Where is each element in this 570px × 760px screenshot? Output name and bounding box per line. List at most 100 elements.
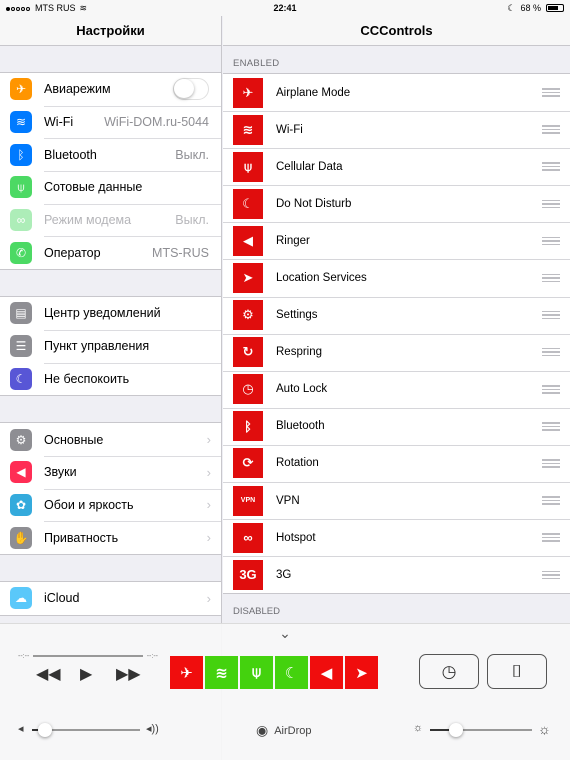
chevron-down-icon[interactable]: ⌄ bbox=[276, 626, 294, 640]
settings-row-label: Не беспокоить bbox=[44, 371, 130, 386]
camera-button[interactable]: ⌷ bbox=[487, 654, 547, 689]
brightness-low-icon: ☼ bbox=[413, 722, 424, 734]
play-icon[interactable]: ▶ bbox=[80, 664, 92, 684]
enabled-control-row[interactable]: 3G 3G bbox=[223, 556, 570, 593]
moon-icon: ☾ bbox=[233, 188, 263, 219]
settings-row[interactable]: ✈ Авиарежим bbox=[0, 73, 221, 106]
settings-group: ✈ Авиарежим ≋ Wi-Fi WiFi-DOM.ru-5044 ᛒ Bluetoo… bbox=[0, 72, 221, 271]
settings-row[interactable]: ☁ iCloud › bbox=[0, 582, 221, 615]
hotspot-icon: ∞ bbox=[10, 209, 32, 232]
control-label: Hotspot bbox=[276, 531, 316, 544]
settings-row[interactable]: ∞ Режим модема Выкл. bbox=[0, 203, 221, 237]
chevron-right-icon: › bbox=[206, 530, 211, 546]
reorder-handle-icon[interactable] bbox=[542, 346, 560, 359]
reorder-handle-icon[interactable] bbox=[542, 457, 560, 470]
reorder-handle-icon[interactable] bbox=[542, 531, 560, 544]
settings-row-label: Звуки bbox=[44, 465, 77, 480]
wifi-icon: ≋ bbox=[10, 111, 32, 134]
location-toggle[interactable]: ➤ bbox=[345, 656, 378, 689]
enabled-control-row[interactable]: ⚙ Settings bbox=[223, 296, 570, 334]
timer-button[interactable]: ◷ bbox=[419, 654, 479, 689]
reorder-handle-icon[interactable] bbox=[542, 123, 560, 136]
settings-row-label: Оператор bbox=[44, 245, 101, 260]
control-label: Rotation bbox=[276, 457, 319, 470]
remaining-time: --:-- bbox=[146, 652, 158, 660]
battery-icon bbox=[546, 4, 564, 12]
enabled-control-row[interactable]: ↻ Respring bbox=[223, 333, 570, 371]
enabled-control-row[interactable]: ⍦ Cellular Data bbox=[223, 148, 570, 185]
moon-icon: ☾ bbox=[507, 2, 516, 13]
cloud-icon: ☁ bbox=[10, 587, 32, 610]
timer-icon: ◷ bbox=[441, 661, 457, 681]
fast-forward-icon[interactable]: ▶▶ bbox=[116, 664, 141, 684]
enabled-control-row[interactable]: ᛒ Bluetooth bbox=[223, 407, 570, 445]
enabled-control-row[interactable]: VPN VPN bbox=[223, 482, 570, 519]
ringer-toggle[interactable]: ◀ bbox=[310, 656, 343, 689]
wifi-toggle[interactable]: ≋ bbox=[205, 656, 238, 689]
airdrop-button[interactable]: ◉ AirDrop bbox=[256, 722, 312, 739]
volume-high-icon: ◂)) bbox=[146, 723, 159, 735]
reorder-handle-icon[interactable] bbox=[542, 86, 560, 99]
link-icon: ∞ bbox=[233, 522, 263, 553]
enabled-control-row[interactable]: ≋ Wi-Fi bbox=[223, 111, 570, 148]
enabled-control-row[interactable]: ➤ Location Services bbox=[223, 259, 570, 296]
enabled-control-row[interactable]: ☾ Do Not Disturb bbox=[223, 185, 570, 222]
settings-row[interactable]: ☾ Не беспокоить bbox=[0, 362, 221, 396]
reorder-handle-icon[interactable] bbox=[542, 198, 560, 211]
settings-row[interactable]: ✆ Оператор MTS-RUS bbox=[0, 236, 221, 269]
settings-row[interactable]: ≋ Wi-Fi WiFi-DOM.ru-5044 bbox=[0, 105, 221, 139]
enabled-control-row[interactable]: ✈ Airplane Mode bbox=[223, 74, 570, 111]
settings-group: ⚙ Основные › ◀ Звуки › ✿ Обои и яркость › ✋ Приват… bbox=[0, 422, 221, 555]
dnd-toggle[interactable]: ☾ bbox=[275, 656, 308, 689]
settings-row-value: Выкл. bbox=[175, 147, 209, 162]
reorder-handle-icon[interactable] bbox=[542, 383, 560, 396]
battery-percent: 68 % bbox=[520, 3, 541, 13]
vpn-icon: VPN bbox=[233, 485, 263, 516]
settings-row[interactable]: ᛒ Bluetooth Выкл. bbox=[0, 138, 221, 171]
volume-slider[interactable] bbox=[32, 723, 140, 737]
rewind-icon[interactable]: ◀◀ bbox=[36, 664, 61, 684]
settings-row-value: MTS-RUS bbox=[152, 245, 209, 260]
airplane-mode-switch[interactable] bbox=[173, 78, 209, 101]
location-arrow-icon: ➤ bbox=[233, 263, 263, 294]
settings-row-label: Авиарежим bbox=[44, 82, 111, 97]
control-label: Respring bbox=[276, 346, 323, 359]
airplane-icon: ✈ bbox=[10, 78, 32, 101]
settings-row-label: Приватность bbox=[44, 530, 119, 545]
settings-row-value: WiFi-DOM.ru-5044 bbox=[104, 115, 209, 130]
enabled-control-row[interactable]: ⟳ Rotation bbox=[223, 444, 570, 482]
settings-row[interactable]: ☰ Пункт управления bbox=[0, 329, 221, 363]
gear-icon: ⚙ bbox=[10, 428, 32, 451]
airplane-toggle[interactable]: ✈ bbox=[170, 656, 203, 689]
settings-row[interactable]: ⚙ Основные › bbox=[0, 423, 221, 456]
settings-row-label: Обои и яркость bbox=[44, 497, 134, 512]
carrier-name: MTS RUS bbox=[35, 3, 76, 13]
cellular-toggle[interactable]: ⍦ bbox=[240, 656, 273, 689]
settings-row[interactable]: ▤ Центр уведомлений bbox=[0, 297, 221, 330]
reorder-handle-icon[interactable] bbox=[542, 272, 560, 285]
reorder-handle-icon[interactable] bbox=[542, 309, 560, 322]
enabled-control-row[interactable]: ◷ Auto Lock bbox=[223, 370, 570, 408]
chevron-right-icon: › bbox=[206, 432, 211, 448]
settings-row[interactable]: ⍦ Сотовые данные bbox=[0, 171, 221, 204]
brightness-slider[interactable] bbox=[430, 723, 532, 737]
reorder-handle-icon[interactable] bbox=[542, 494, 560, 507]
volume-knob[interactable] bbox=[37, 723, 52, 737]
enabled-control-row[interactable]: ∞ Hotspot bbox=[223, 519, 570, 556]
settings-row[interactable]: ✿ Обои и яркость › bbox=[0, 488, 221, 522]
respring-icon: ↻ bbox=[233, 337, 263, 368]
reorder-handle-icon[interactable] bbox=[542, 420, 560, 433]
control-label: Airplane Mode bbox=[276, 86, 351, 99]
page-title: CCControls bbox=[223, 16, 570, 46]
brightness-knob[interactable] bbox=[448, 723, 463, 737]
control-label: 3G bbox=[276, 568, 292, 581]
enabled-control-row[interactable]: ◀ Ringer bbox=[223, 222, 570, 259]
reorder-handle-icon[interactable] bbox=[542, 160, 560, 173]
settings-row[interactable]: ✋ Приватность › bbox=[0, 521, 221, 554]
chevron-right-icon: › bbox=[206, 590, 211, 606]
brightness-high-icon: ☼ bbox=[538, 721, 551, 737]
settings-row[interactable]: ◀ Звуки › bbox=[0, 455, 221, 489]
media-scrubber[interactable]: --:-- --:-- bbox=[18, 651, 158, 661]
reorder-handle-icon[interactable] bbox=[542, 235, 560, 248]
reorder-handle-icon[interactable] bbox=[542, 569, 560, 582]
